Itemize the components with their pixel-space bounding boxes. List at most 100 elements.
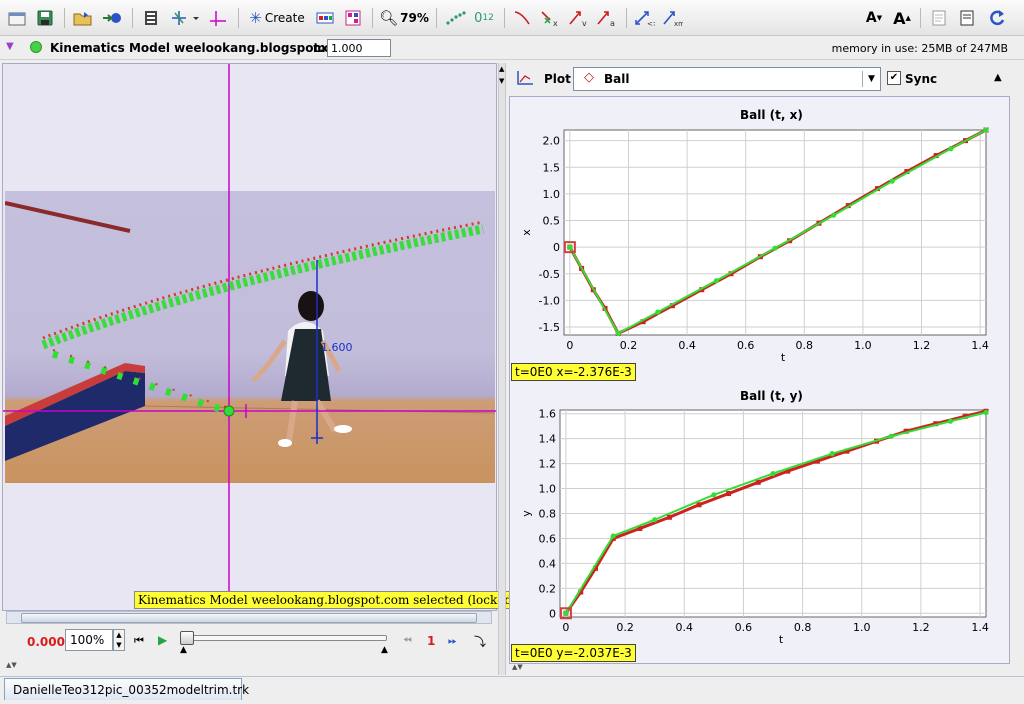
new-tab-icon[interactable] [6,6,28,30]
stretch-icon[interactable]: <> [632,6,656,30]
splitter-up-arrow-icon[interactable]: ▲ [499,65,504,73]
video-panel[interactable]: 1.600 [2,63,497,611]
main-toolbar: ✳ Create 🔍︎ 79% 012 x v a <> xm A▼ A▲ [0,0,1024,36]
path-icon[interactable] [510,6,534,30]
model-trail [41,224,484,350]
file-tab[interactable]: DanielleTeo312pic_00352modeltrim.trk [4,678,249,700]
plot-panel-resize-icon[interactable]: ▲▼ [512,663,523,671]
memory-status: memory in use: 25MB of 247MB [831,42,1008,55]
acceleration-icon[interactable]: a [594,6,618,30]
font-larger-icon[interactable]: A ▲ [890,6,914,30]
track-control-icon[interactable] [342,6,364,30]
track-select[interactable]: ◇ Ball ▼ [573,67,881,91]
step-size[interactable]: 1 [427,634,435,648]
track-dropdown-icon[interactable]: ▼ [6,41,14,52]
create-button-label: Create [264,11,305,25]
track-select-value: Ball [604,72,630,86]
properties-icon[interactable] [956,6,978,30]
x-tick-label: 1.4 [971,621,989,634]
calibration-tools-icon[interactable] [168,6,202,30]
chart-t-x[interactable]: 0 0.2 0.4 0.6 0.8 1.0 1.2 1.4 -1.5 -1.0 -0.5 0 0.5 1.… [510,123,1009,393]
loop-icon[interactable]: ⤵ [474,633,486,650]
trails-icon[interactable] [444,6,468,30]
selected-status-note: Kinematics Model weelookang.blogspot.com… [134,591,521,609]
x-tick-label: 0.8 [794,621,812,634]
step-back-icon[interactable]: ⏪︎ [403,634,412,648]
position-icon[interactable]: x [538,6,562,30]
measure-label: 1.600 [321,341,353,354]
start-marker-icon[interactable]: ▲ [180,645,187,655]
y-tick-label: 0.5 [543,215,561,228]
y-tick-label: -1.0 [539,294,560,307]
frame-slider-track[interactable] [182,635,387,641]
splitter-down-arrow-icon[interactable]: ▼ [499,77,504,85]
y-tick-label: 0 [549,607,556,620]
center-of-mass-icon[interactable]: xm [660,6,684,30]
svg-text:a: a [610,19,615,27]
model-point [610,533,616,539]
model-point [983,409,989,416]
font-smaller-icon[interactable]: A ▼ [862,6,886,30]
plot-x-readout: t=0E0 x=-2.376E-3 [511,363,636,381]
y-tick-label: 2.0 [543,135,561,148]
video-hscroll-thumb[interactable] [21,613,477,623]
import-video-icon[interactable] [100,6,124,30]
magnifier-icon: 🔍︎ [379,9,399,27]
origin-marker [223,405,235,417]
video-panel-resize-icon[interactable]: ▲▼ [6,661,17,669]
play-icon[interactable]: ▶ [158,633,167,647]
collapse-icon[interactable]: ▲ [994,72,1002,83]
save-icon[interactable] [34,6,56,30]
sync-checkbox[interactable]: ✔ [887,71,901,85]
coordinate-axes-icon[interactable] [206,6,230,30]
clip-settings-icon[interactable] [140,6,162,30]
plot-area[interactable]: Ball (t, x) 0 0.2 0.4 0.6 0.8 1.0 1.2 1.4 -1.5 -1… [509,96,1010,664]
y-axis-label: x [520,229,533,236]
create-button[interactable]: ✳ Create [246,6,308,30]
track-select-chevron-icon[interactable]: ▼ [862,71,880,87]
labels-icon-two: 2 [488,13,494,23]
x-axis-label: t [781,351,786,364]
x-tick-label: 0 [562,621,569,634]
sync-label: Sync [905,72,938,86]
x-tick-label: 0.2 [620,339,638,352]
plot-tab-label[interactable]: Plot [544,72,571,86]
svg-text:xm: xm [674,20,683,27]
mass-field[interactable] [327,39,391,57]
y-axis-label: y [520,510,533,517]
zoom-button[interactable]: 🔍︎ 79% [378,6,430,30]
end-marker-icon[interactable]: ▲ [381,645,388,655]
create-star-icon: ✳ [249,9,262,27]
model-point [563,610,569,616]
x-axis-label: t [779,633,784,646]
notes-icon[interactable] [928,6,950,30]
step-forward-icon[interactable]: ⏩︎ [448,634,457,648]
model-point [711,492,717,498]
y-tick-label: 1.2 [539,458,557,471]
model-point [713,278,719,284]
ball-diamond-icon: ◇ [584,70,594,85]
panel-splitter[interactable]: ▲ ▼ [498,63,506,675]
chart-t-y[interactable]: 0 0.2 0.4 0.6 0.8 1.0 1.2 1.4 0 0.2 0.4 0.6 0.8 1.0 1.… [510,403,1009,673]
model-point [615,330,621,337]
frame-slider-knob[interactable] [180,631,194,645]
video-hscrollbar[interactable] [6,611,492,624]
reset-icon[interactable]: ⏮ [134,634,144,648]
model-point [829,451,835,457]
time-readout[interactable]: 0.000 [27,635,65,649]
plot-y-readout: t=0E0 y=-2.037E-3 [511,644,636,662]
svg-text:x: x [553,19,558,27]
svg-text:<>: <> [647,20,655,27]
open-folder-icon[interactable] [72,6,94,30]
rate-field[interactable]: 100% [65,629,113,651]
refresh-icon[interactable] [984,6,1010,30]
data-table-icon[interactable] [314,6,336,30]
rate-spinner[interactable]: ▲ ▼ [113,629,125,651]
y-tick-label: -0.5 [539,268,560,281]
labels-icon[interactable]: 012 [472,6,496,30]
initial-trail [51,350,231,416]
model-title[interactable]: Kinematics Model weelookang.blogspot.com [50,41,352,55]
velocity-icon[interactable]: v [566,6,590,30]
mass-label: m [313,41,326,55]
model-point [889,178,895,184]
